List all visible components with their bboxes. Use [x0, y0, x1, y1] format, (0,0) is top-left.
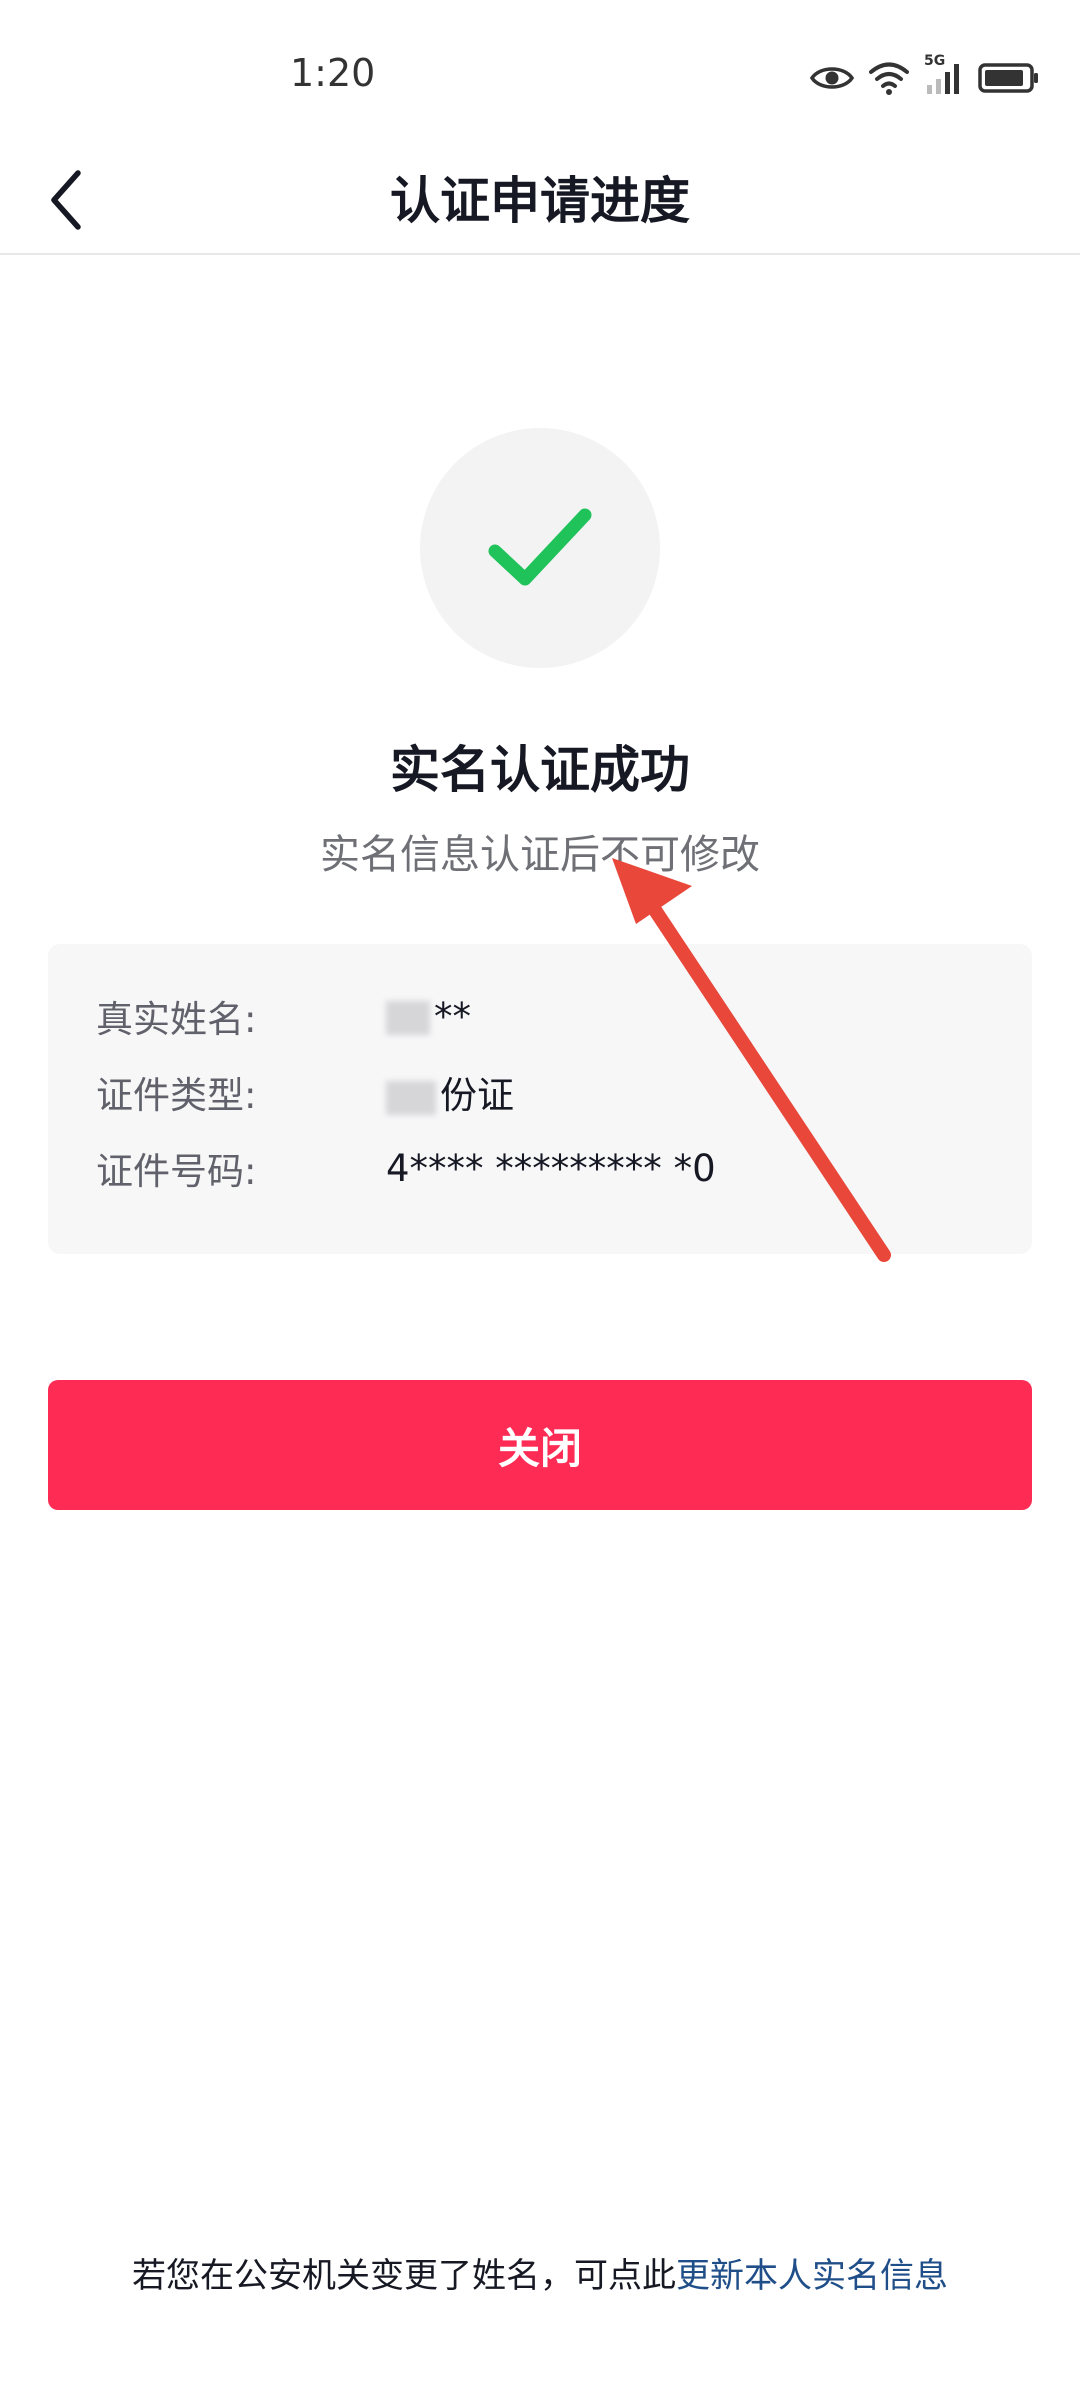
info-row-id-number: 证件号码: 4**** ********* *0 [96, 1138, 716, 1198]
checkmark-icon [485, 501, 595, 595]
wifi-icon [868, 61, 910, 95]
update-realname-link[interactable]: 更新本人实名信息 [676, 2256, 948, 2296]
success-note: 实名信息认证后不可修改 [320, 832, 760, 878]
info-value: ** [386, 995, 471, 1038]
eye-icon [810, 63, 854, 93]
network-type-label: 5G [924, 53, 946, 69]
status-time: 1:20 [290, 51, 376, 95]
info-label: 证件类型: [96, 1074, 257, 1117]
close-button[interactable]: 关闭 [48, 1380, 1032, 1510]
info-value: 4**** ********* *0 [386, 1146, 716, 1190]
status-icons: 5G [810, 53, 1040, 98]
info-value: 份证 [386, 1065, 514, 1119]
page-title: 认证申请进度 [390, 172, 690, 230]
chevron-left-icon [46, 169, 86, 235]
identity-info-card: 真实姓名: ** 证件类型: 份证 证件号码: 4**** ********* … [48, 944, 1032, 1254]
info-row-id-type: 证件类型: 份证 [96, 1062, 514, 1122]
footer-text: 若您在公安机关变更了姓名，可点此 [132, 2256, 676, 2296]
redaction-blur [386, 1001, 430, 1035]
battery-icon [978, 62, 1040, 94]
info-label: 证件号码: [96, 1150, 257, 1193]
footer-note: 若您在公安机关变更了姓名，可点此更新本人实名信息 [0, 2248, 1080, 2297]
status-bar: 1:20 5G [0, 0, 1080, 150]
info-label: 真实姓名: [96, 998, 257, 1041]
info-row-name: 真实姓名: ** [96, 986, 471, 1046]
cellular-signal-icon: 5G [924, 53, 964, 95]
nav-bar: 认证申请进度 [0, 150, 1080, 255]
back-button[interactable] [26, 162, 106, 242]
redaction-blur [386, 1080, 436, 1115]
success-title: 实名认证成功 [390, 741, 690, 799]
success-badge [420, 428, 660, 668]
